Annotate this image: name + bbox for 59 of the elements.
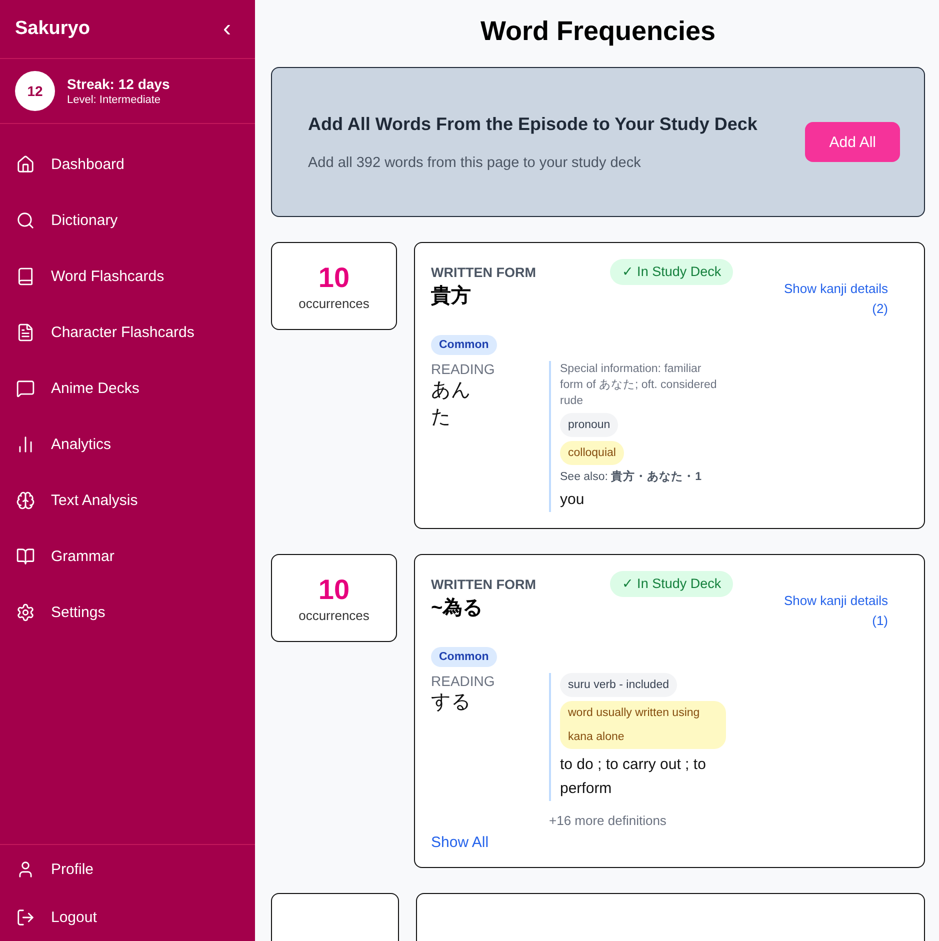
- occurrence-count: 10: [318, 574, 350, 606]
- add-all-button[interactable]: Add All: [805, 122, 900, 162]
- reading-label: READING: [431, 673, 496, 689]
- nav-item[interactable]: Analytics: [0, 416, 255, 472]
- nav-item[interactable]: Dictionary: [0, 192, 255, 248]
- form-label: WRITTEN FORM: [431, 265, 537, 280]
- chat-icon: [16, 378, 35, 398]
- common-tag: Common: [431, 335, 497, 355]
- reading-text: する: [431, 690, 472, 715]
- show-all-link[interactable]: Show All: [431, 834, 888, 851]
- sense-tag: pronoun: [560, 413, 618, 437]
- user-icon: [16, 860, 35, 878]
- bar-chart-icon: [16, 434, 35, 454]
- brain-icon: [16, 490, 35, 510]
- settings-icon: [16, 602, 35, 622]
- nav-item[interactable]: Settings: [0, 584, 255, 640]
- kanji-details-link[interactable]: Show kanji details (2): [768, 279, 888, 319]
- word-text: ~為る: [431, 596, 484, 621]
- brand-name: Sakuryo: [15, 18, 90, 40]
- nav-item[interactable]: Anime Decks: [0, 360, 255, 416]
- book-icon: [16, 266, 35, 286]
- nav-item[interactable]: Grammar: [0, 528, 255, 584]
- logout-icon: [16, 908, 35, 926]
- form-label: WRITTEN FORM: [431, 577, 537, 592]
- home-icon: [16, 154, 35, 174]
- banner-heading: Add All Words From the Episode to Your Study Deck: [308, 114, 758, 134]
- nav-item[interactable]: Character Flashcards: [0, 304, 255, 360]
- sense-tag: colloquial: [560, 441, 624, 465]
- reading-label: READING: [431, 361, 496, 377]
- level-text: Level: Intermediate: [67, 94, 162, 106]
- definition-text: you: [560, 490, 586, 510]
- nav-item[interactable]: Dashboard: [0, 136, 255, 192]
- streak-title: Streak: 12 days: [67, 76, 170, 92]
- definition-text: to do ; to carry out ; to perform: [560, 755, 707, 799]
- nav-item[interactable]: Text Analysis: [0, 472, 255, 528]
- nav-item[interactable]: Logout: [0, 893, 255, 941]
- occurrence-count: 10: [318, 262, 350, 294]
- deck-status: ✓ In Study Deck: [610, 259, 734, 285]
- document-icon: [16, 322, 35, 342]
- more-definitions: +16 more definitions: [549, 813, 668, 828]
- banner-text: Add all 392 words from this page to your study deck: [308, 154, 642, 170]
- collapse-button[interactable]: ‹: [219, 17, 235, 41]
- occurrence-label: occurrences: [298, 296, 370, 310]
- nav-item[interactable]: Profile: [0, 845, 255, 893]
- sense-tag: suru verb - included: [560, 673, 677, 697]
- streak-count: 12: [15, 71, 55, 111]
- sense-tag: word usually written using kana alone: [560, 701, 726, 749]
- deck-status: ✓ In Study Deck: [610, 571, 734, 597]
- see-also-text: See also: 貴方・あなた・1: [560, 469, 703, 484]
- common-tag: Common: [431, 647, 497, 667]
- search-icon: [16, 210, 35, 230]
- kanji-details-link[interactable]: Show kanji details (1): [768, 591, 888, 631]
- open-book-icon: [16, 546, 35, 566]
- occurrence-label: occurrences: [298, 608, 370, 622]
- special-info: Special information: familiar form of あなた; oft. considered rude: [560, 362, 718, 409]
- reading-text: あんた: [431, 378, 472, 430]
- word-text: 貴方: [431, 284, 472, 309]
- page-title: Word Frequencies: [479, 16, 717, 47]
- nav-item[interactable]: Word Flashcards: [0, 248, 255, 304]
